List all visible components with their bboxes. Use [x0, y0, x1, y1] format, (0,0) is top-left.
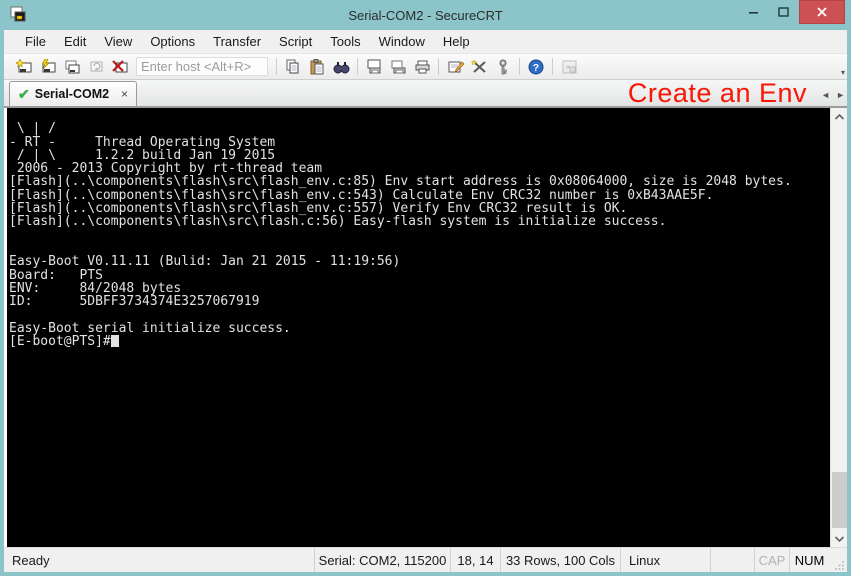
session-manager-icon[interactable] — [557, 56, 581, 78]
disconnect-icon[interactable] — [108, 56, 132, 78]
quick-connect-icon[interactable] — [12, 56, 36, 78]
menu-edit[interactable]: Edit — [55, 30, 95, 53]
toolbar: ? ▾ — [4, 53, 847, 80]
menu-view[interactable]: View — [95, 30, 141, 53]
scroll-up-icon[interactable] — [831, 108, 848, 125]
key-agent-icon[interactable] — [491, 56, 515, 78]
menu-options[interactable]: Options — [141, 30, 204, 53]
menu-transfer[interactable]: Transfer — [204, 30, 270, 53]
status-screen-size: 33 Rows, 100 Cols — [500, 548, 620, 572]
status-ready: Ready — [4, 548, 314, 572]
terminal-area: \ | / - RT - Thread Operating System / |… — [4, 108, 847, 547]
copy-icon[interactable] — [281, 56, 305, 78]
terminal-output: \ | / - RT - Thread Operating System / |… — [9, 109, 830, 335]
terminal-screen[interactable]: \ | / - RT - Thread Operating System / |… — [4, 108, 830, 547]
toolbar-separator — [519, 58, 520, 75]
securecrt-window: Serial-COM2 - SecureCRT File Edit View O… — [0, 0, 851, 576]
connect-icon[interactable] — [36, 56, 60, 78]
status-caps-indicator: CAP — [754, 548, 789, 572]
terminal-prompt-line: [E-boot@PTS]# — [9, 335, 830, 348]
print-preview-icon[interactable] — [362, 56, 386, 78]
menu-file[interactable]: File — [16, 30, 55, 53]
menu-help[interactable]: Help — [434, 30, 479, 53]
clone-session-icon[interactable] — [60, 56, 84, 78]
status-serial: Serial: COM2, 115200 — [314, 548, 450, 572]
reconnect-icon[interactable] — [84, 56, 108, 78]
app-icon — [9, 6, 27, 24]
window-title: Serial-COM2 - SecureCRT — [0, 8, 851, 23]
scrollbar-thumb[interactable] — [832, 472, 847, 528]
statusbar: Ready Serial: COM2, 115200 18, 14 33 Row… — [4, 547, 847, 572]
tab-close-icon[interactable]: × — [119, 87, 130, 101]
print-screen-icon[interactable] — [386, 56, 410, 78]
terminal-cursor — [111, 335, 119, 347]
tabbar: ✔ Serial-COM2 × Create an Env ◄ ► — [4, 80, 847, 108]
tab-scroll-left-icon[interactable]: ◄ — [821, 91, 830, 100]
host-input[interactable] — [136, 57, 268, 76]
paste-icon[interactable] — [305, 56, 329, 78]
toolbar-separator — [438, 58, 439, 75]
help-icon[interactable]: ? — [524, 56, 548, 78]
session-options-icon[interactable] — [443, 56, 467, 78]
close-button[interactable] — [799, 0, 845, 24]
toolbar-separator — [276, 58, 277, 75]
minimize-button[interactable] — [739, 0, 769, 24]
menu-script[interactable]: Script — [270, 30, 321, 53]
toolbar-separator — [357, 58, 358, 75]
toolbar-overflow-icon[interactable]: ▾ — [841, 68, 845, 79]
tab-label: Serial-COM2 — [35, 87, 119, 101]
annotation-text: Create an Env — [628, 78, 807, 109]
status-cursor-position: 18, 14 — [450, 548, 500, 572]
vertical-scrollbar[interactable] — [830, 108, 847, 547]
terminal-prompt: [E-boot@PTS]# — [9, 334, 111, 349]
maximize-button[interactable] — [769, 0, 799, 24]
scroll-down-icon[interactable] — [831, 530, 848, 547]
global-options-icon[interactable] — [467, 56, 491, 78]
tab-scroll-right-icon[interactable]: ► — [836, 91, 845, 100]
svg-text:?: ? — [533, 62, 539, 74]
status-emulation: Linux — [620, 548, 710, 572]
status-num-indicator: NUM — [789, 548, 829, 572]
menubar: File Edit View Options Transfer Script T… — [4, 30, 847, 53]
find-icon[interactable] — [329, 56, 353, 78]
titlebar: Serial-COM2 - SecureCRT — [0, 0, 851, 30]
menu-window[interactable]: Window — [370, 30, 434, 53]
menu-tools[interactable]: Tools — [321, 30, 369, 53]
resize-grip[interactable] — [829, 548, 847, 572]
connected-check-icon: ✔ — [18, 87, 30, 101]
print-icon[interactable] — [410, 56, 434, 78]
status-blank-segment — [710, 548, 754, 572]
toolbar-separator — [552, 58, 553, 75]
tab-serial-com2[interactable]: ✔ Serial-COM2 × — [9, 81, 137, 106]
